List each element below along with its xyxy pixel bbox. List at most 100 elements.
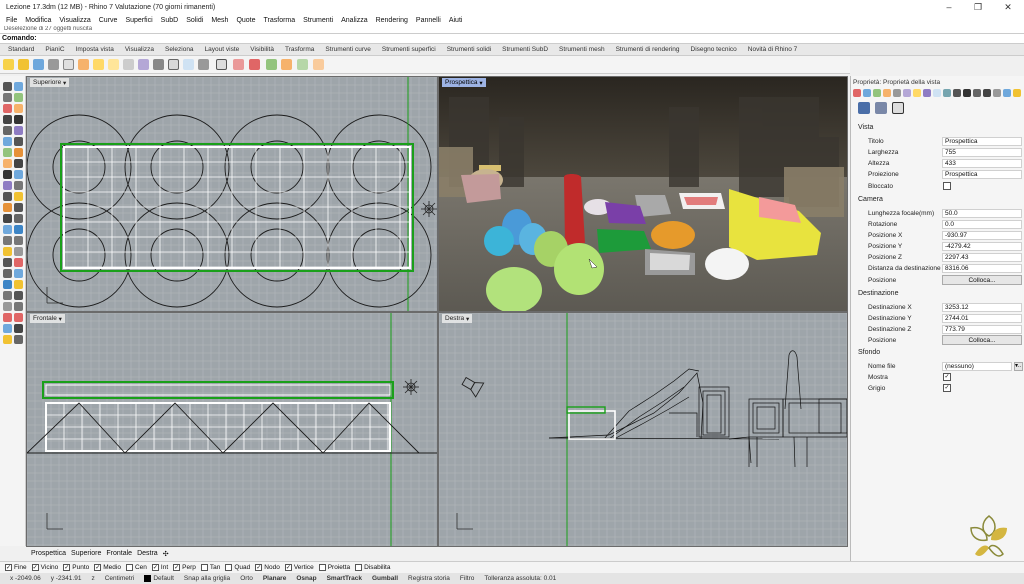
osnap-checkbox[interactable] <box>355 564 363 571</box>
tool-icon[interactable] <box>3 82 12 91</box>
paste-icon[interactable] <box>108 59 119 70</box>
prop-value-field[interactable]: -4279.42 <box>942 242 1022 251</box>
toolbar-tab[interactable]: Strumenti solidi <box>447 46 491 53</box>
tool-icon[interactable] <box>14 115 23 124</box>
toolbar-tab[interactable]: Strumenti superfici <box>382 46 436 53</box>
osnap-checkbox[interactable] <box>225 564 233 571</box>
toolbar-tab[interactable]: Visibilità <box>250 46 274 53</box>
shaded-icon[interactable] <box>266 59 277 70</box>
toolbar-tab[interactable]: Strumenti di rendering <box>616 46 680 53</box>
zoom-window-icon[interactable] <box>168 59 179 70</box>
tool-icon[interactable] <box>14 280 23 289</box>
osnap-disabilita[interactable]: Disabilita <box>355 564 390 571</box>
command-line[interactable]: Comando: <box>0 33 1024 44</box>
tool-icon[interactable] <box>3 291 12 300</box>
tool-icon[interactable] <box>14 313 23 322</box>
menu-item[interactable]: Curve <box>99 17 118 24</box>
tool-icon[interactable] <box>14 203 23 212</box>
osnap-checkbox[interactable]: ✓ <box>151 564 159 571</box>
tool-icon[interactable] <box>3 302 12 311</box>
viewport-right[interactable]: Destra ▾ <box>438 312 848 547</box>
viewport-front-label[interactable]: Frontale ▾ <box>30 314 65 323</box>
tool-icon[interactable] <box>3 236 12 245</box>
bloccato-checkbox[interactable] <box>943 182 951 190</box>
copy-icon[interactable] <box>93 59 104 70</box>
tool-icon[interactable] <box>14 192 23 201</box>
toolbar-tab[interactable]: Disegno tecnico <box>691 46 737 53</box>
tool-icon[interactable] <box>3 170 12 179</box>
tool-icon[interactable] <box>14 170 23 179</box>
panel-tool-icon[interactable] <box>923 89 931 97</box>
menu-item[interactable]: Mesh <box>211 17 228 24</box>
viewport-tab[interactable]: Superiore <box>71 550 101 557</box>
osnap-checkbox[interactable]: ✓ <box>284 564 292 571</box>
osnap-perp[interactable]: ✓ Perp <box>173 564 196 571</box>
prop-value-field[interactable]: 8316.06 <box>942 264 1022 273</box>
light-icon[interactable] <box>313 59 324 70</box>
tool-icon[interactable] <box>14 214 23 223</box>
osnap-checkbox[interactable]: ✓ <box>94 564 102 571</box>
panel-tool-icon[interactable] <box>873 89 881 97</box>
menu-item[interactable]: Solidi <box>186 17 203 24</box>
prop-value-field[interactable]: -930.97 <box>942 231 1022 240</box>
pan-icon[interactable] <box>138 59 149 70</box>
cut-icon[interactable] <box>78 59 89 70</box>
hide-icon[interactable] <box>233 59 244 70</box>
osnap-cen[interactable]: Cen <box>125 564 147 571</box>
viewport-front[interactable]: Frontale ▾ <box>26 312 438 547</box>
save-icon[interactable] <box>33 59 44 70</box>
osnap-tan[interactable]: Tan <box>200 564 220 571</box>
tool-icon[interactable] <box>14 93 23 102</box>
osnap-int[interactable]: ✓ Int <box>151 564 168 571</box>
panel-tool-icon[interactable] <box>983 89 991 97</box>
tool-icon[interactable] <box>14 225 23 234</box>
tool-icon[interactable] <box>3 335 12 344</box>
toolbar-tab[interactable]: Strumenti curve <box>325 46 371 53</box>
osnap-checkbox[interactable] <box>200 564 208 571</box>
panel-tool-icon[interactable] <box>853 89 861 97</box>
panel-tool-icon[interactable] <box>913 89 921 97</box>
toolbar-tab[interactable]: PianiC <box>45 46 64 53</box>
tool-icon[interactable] <box>14 291 23 300</box>
tool-icon[interactable] <box>14 236 23 245</box>
zoom-extents-icon[interactable] <box>183 59 194 70</box>
mostra-checkbox[interactable]: ✓ <box>943 373 951 381</box>
tool-icon[interactable] <box>3 93 12 102</box>
prop-value-field[interactable]: 2744.01 <box>942 314 1022 323</box>
tool-icon[interactable] <box>3 126 12 135</box>
chevron-down-icon[interactable]: ▾ <box>479 79 482 87</box>
tool-icon[interactable] <box>14 247 23 256</box>
osnap-punto[interactable]: ✓ Punto <box>63 564 89 571</box>
prop-value-field[interactable]: 755 <box>942 148 1022 157</box>
viewport-tab[interactable]: Prospettica <box>31 550 66 557</box>
menu-item[interactable]: Aiuti <box>449 17 463 24</box>
close-button[interactable]: ✕ <box>994 0 1022 15</box>
viewport-icon[interactable] <box>892 102 904 114</box>
tool-icon[interactable] <box>3 247 12 256</box>
gumball-toggle[interactable]: Gumball <box>372 575 398 582</box>
tool-icon[interactable] <box>3 269 12 278</box>
panel-tool-icon[interactable] <box>953 89 961 97</box>
render-properties-icon[interactable] <box>875 102 887 114</box>
grigio-checkbox[interactable]: ✓ <box>943 384 951 392</box>
tool-icon[interactable] <box>14 159 23 168</box>
toolbar-tab[interactable]: Trasforma <box>285 46 314 53</box>
viewport-right-label[interactable]: Destra ▾ <box>442 314 473 323</box>
menu-item[interactable]: Pannelli <box>416 17 441 24</box>
osnap-checkbox[interactable]: ✓ <box>173 564 181 571</box>
panel-tool-icon[interactable] <box>1013 89 1021 97</box>
osnap-quad[interactable]: Quad <box>225 564 250 571</box>
minimize-button[interactable]: – <box>935 0 963 15</box>
tool-icon[interactable] <box>3 115 12 124</box>
colloca-target-button[interactable]: Colloca... <box>942 335 1022 345</box>
print-icon[interactable] <box>48 59 59 70</box>
import-icon[interactable] <box>63 59 74 70</box>
tool-icon[interactable] <box>3 203 12 212</box>
tool-icon[interactable] <box>3 313 12 322</box>
select-all-icon[interactable] <box>216 59 227 70</box>
toolbar-tab[interactable]: Visualizza <box>125 46 154 53</box>
toolbar-tab[interactable]: Novità di Rhino 7 <box>748 46 798 53</box>
viewport-tab[interactable]: Frontale <box>106 550 132 557</box>
menu-item[interactable]: Strumenti <box>303 17 333 24</box>
viewport-perspective-label[interactable]: Prospettica ▾ <box>442 78 486 87</box>
